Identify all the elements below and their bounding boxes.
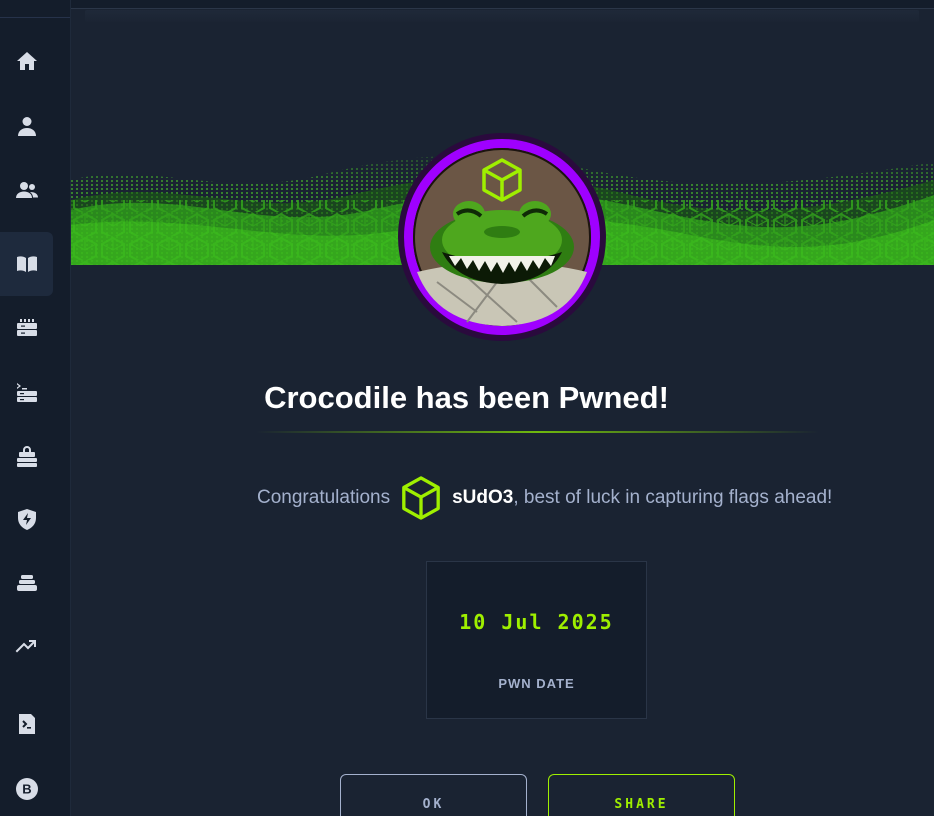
terminal-file-icon bbox=[18, 714, 35, 734]
machine-avatar bbox=[397, 132, 607, 342]
congrats-prefix: Congratulations bbox=[257, 487, 391, 508]
shield-bolt-icon bbox=[17, 509, 36, 530]
home-icon bbox=[16, 52, 37, 70]
main-content: Crocodile has been Pwned! Congratulation… bbox=[71, 0, 934, 816]
layers-icon bbox=[16, 575, 37, 591]
sidebar-item-vip[interactable]: B bbox=[0, 757, 53, 816]
ok-button[interactable]: OK bbox=[340, 774, 527, 816]
app-window: B Crocodile has been Pwned! Congratulati… bbox=[0, 0, 934, 816]
trending-up-icon bbox=[15, 640, 36, 653]
lock-server-icon bbox=[16, 446, 37, 467]
title-divider bbox=[256, 431, 819, 433]
sidebar-divider bbox=[0, 17, 70, 18]
sidebar-item-academy[interactable] bbox=[0, 232, 53, 296]
users-icon bbox=[15, 182, 38, 198]
sidebar-item-profile[interactable] bbox=[0, 94, 53, 158]
sidebar-item-battlegrounds[interactable] bbox=[0, 487, 53, 551]
sidebar-item-machines[interactable] bbox=[0, 295, 53, 359]
username-link[interactable]: sUdO3 bbox=[452, 487, 513, 509]
sidebar-item-rankings[interactable] bbox=[0, 615, 53, 679]
top-panel-edge bbox=[85, 10, 919, 22]
bitcoin-badge-icon: B bbox=[15, 778, 38, 800]
pwn-date-card: 10 Jul 2025 PWN DATE bbox=[426, 561, 647, 719]
sidebar-item-prolabs[interactable] bbox=[0, 424, 53, 488]
sidebar-item-tracks[interactable] bbox=[0, 551, 53, 615]
vip-badge-label: B bbox=[22, 782, 31, 797]
share-button[interactable]: SHARE bbox=[548, 774, 735, 816]
sidebar-item-certificates[interactable] bbox=[0, 692, 53, 756]
book-icon bbox=[16, 256, 37, 272]
pwn-date-value: 10 Jul 2025 bbox=[459, 610, 614, 634]
sidebar-item-teams[interactable] bbox=[0, 158, 53, 222]
user-icon bbox=[17, 117, 36, 136]
sidebar-item-home[interactable] bbox=[0, 29, 53, 93]
hackthebox-cube-icon bbox=[402, 476, 440, 520]
congratulations-message: Congratulations sUdO3, best of luck in c… bbox=[257, 474, 832, 522]
server-icon bbox=[16, 319, 37, 336]
congrats-suffix: , best of luck in capturing flags ahead! bbox=[513, 487, 833, 508]
pwn-date-label: PWN DATE bbox=[498, 676, 575, 691]
top-bar bbox=[71, 0, 934, 9]
pwned-title: Crocodile has been Pwned! bbox=[264, 380, 669, 415]
